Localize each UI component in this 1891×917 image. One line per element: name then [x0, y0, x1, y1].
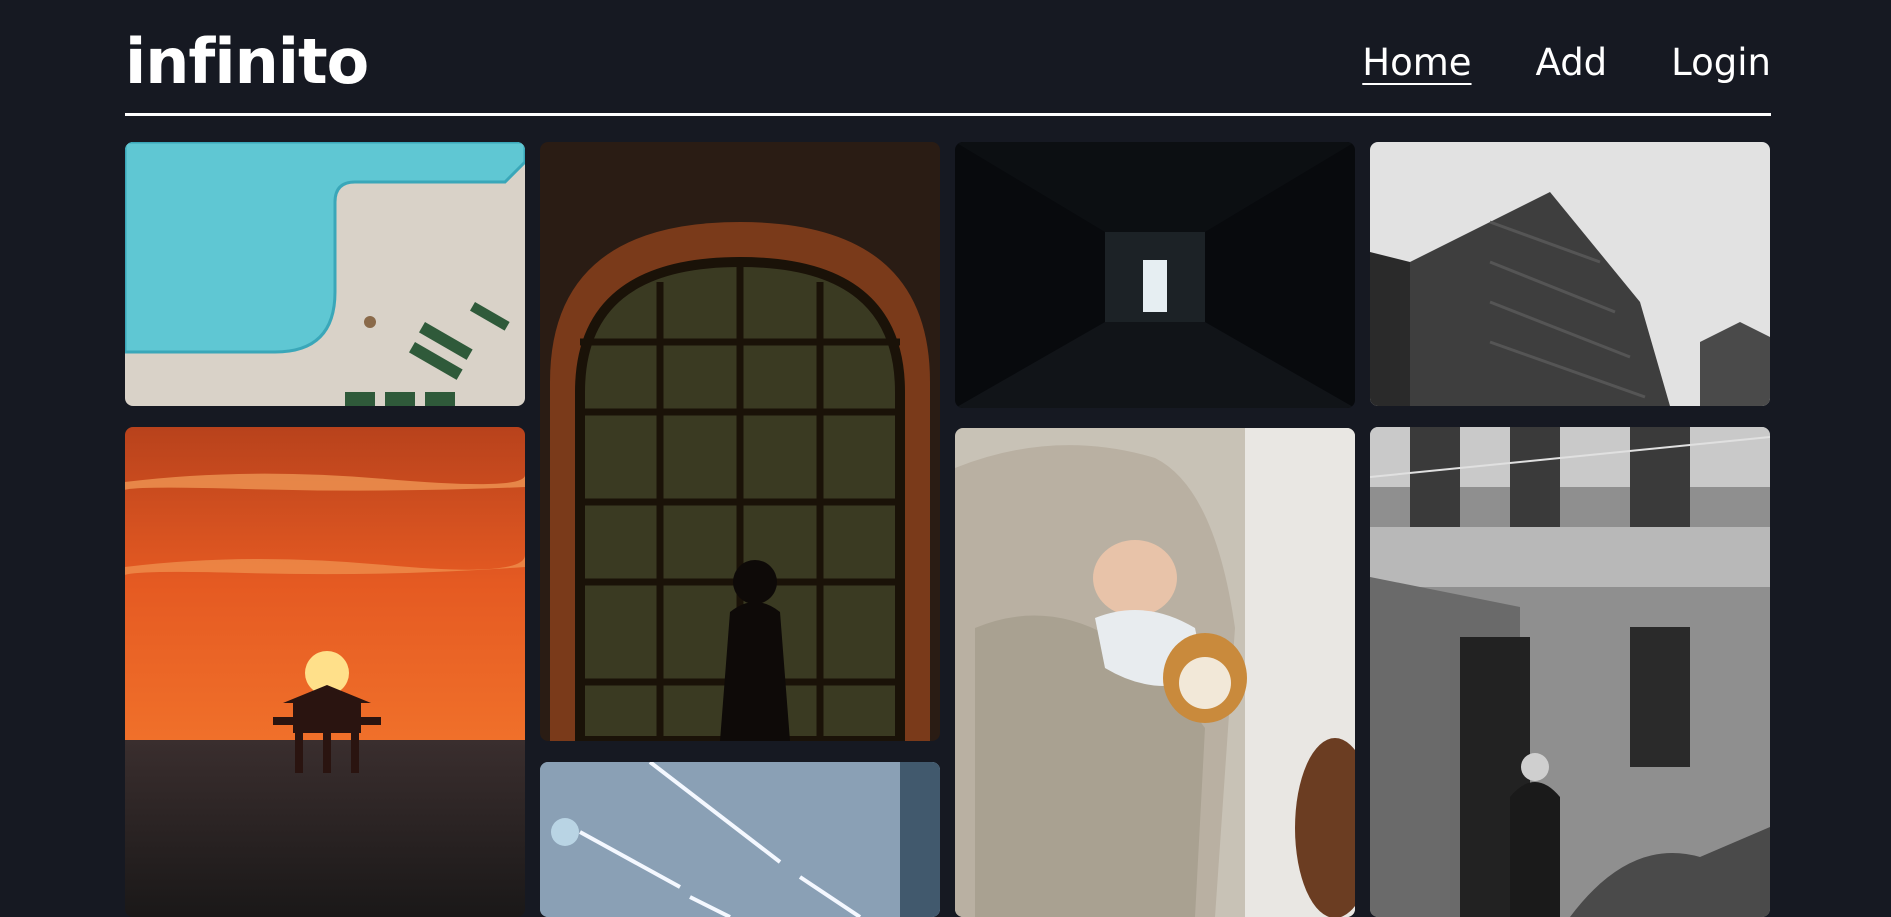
photo-arched-window[interactable]: [540, 142, 940, 741]
photo-sleeping-baby[interactable]: [955, 428, 1355, 917]
nav-home-link[interactable]: Home: [1362, 38, 1471, 88]
photo-modern-building[interactable]: [1370, 142, 1770, 406]
photo-dark-corridor[interactable]: [955, 142, 1355, 408]
nav-login-link[interactable]: Login: [1671, 38, 1771, 88]
photo-sunset-sea[interactable]: [125, 427, 525, 917]
nav-add-link[interactable]: Add: [1536, 38, 1608, 88]
photo-old-street[interactable]: [1370, 427, 1770, 917]
brand-logo[interactable]: infinito: [125, 27, 369, 97]
main-nav: Home Add Login: [1362, 38, 1771, 88]
header-divider: [125, 113, 1771, 116]
site-header: infinito Home Add Login: [125, 0, 1771, 118]
photo-pool-aerial[interactable]: [125, 142, 525, 406]
photo-ceiling-lights[interactable]: [540, 762, 940, 917]
